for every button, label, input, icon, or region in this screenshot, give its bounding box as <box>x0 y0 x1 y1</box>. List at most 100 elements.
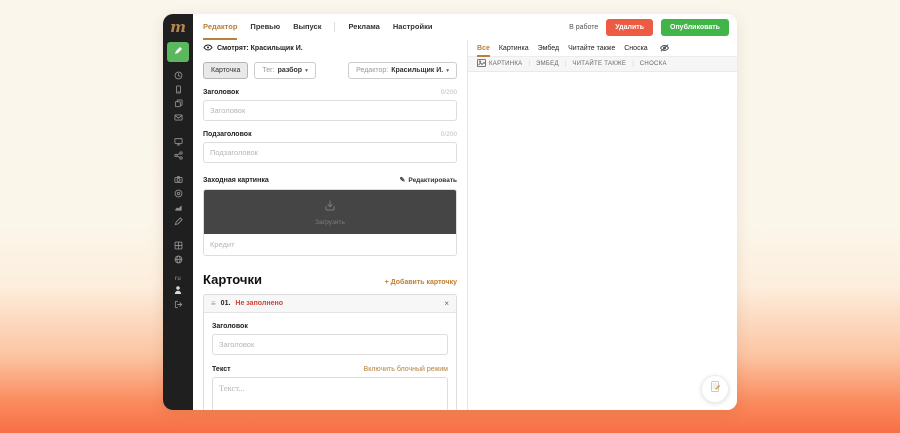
card-text-label: Текст <box>212 366 231 373</box>
card-item: ≡ 01. Не заполнено × Заголовок Текст Вкл… <box>203 294 457 410</box>
cover-section: Заходная картинка ✎ Редактировать Загруз… <box>203 176 457 256</box>
note-pencil-icon <box>709 380 722 398</box>
tab-editor[interactable]: Редактор <box>203 14 238 40</box>
copy-icon <box>174 98 183 108</box>
monitor-icon <box>173 137 183 146</box>
cover-upload-area[interactable]: Загрузить <box>204 190 456 234</box>
notes-fab-button[interactable] <box>701 375 729 403</box>
delete-button[interactable]: Удалить <box>606 18 653 36</box>
sidebar-item-token[interactable] <box>163 187 193 199</box>
panel-tab-image[interactable]: Картинка <box>499 40 529 57</box>
grid-icon <box>174 241 183 250</box>
app-window: m ru Редактор Превью Выпуск Реклама Наст… <box>163 14 737 410</box>
watchers-row: Смотрят: Красильщик И. <box>203 44 457 53</box>
app-logo: m <box>170 18 186 36</box>
sidebar-item-camera[interactable] <box>163 173 193 185</box>
tab-settings[interactable]: Настройки <box>393 14 433 40</box>
tag-value: разбор <box>277 67 303 74</box>
sidebar-item-grid[interactable] <box>163 239 193 251</box>
insert-embed-button[interactable]: ЭМБЕД <box>536 61 559 67</box>
token-icon <box>174 189 183 198</box>
brush-icon <box>174 216 183 226</box>
sidebar-item-profile[interactable] <box>163 284 193 296</box>
card-title-input[interactable] <box>212 334 448 355</box>
nav-divider <box>334 22 336 32</box>
chevron-down-icon: ▾ <box>305 67 308 74</box>
image-icon <box>477 59 486 69</box>
card-header: ≡ 01. Не заполнено × <box>204 295 456 313</box>
sidebar-item-monitor[interactable] <box>163 135 193 147</box>
edit-pencil-icon: ✎ <box>399 177 406 184</box>
type-button[interactable]: Карточка <box>203 62 249 79</box>
panel-tab-all[interactable]: Все <box>477 40 490 57</box>
cards-section-title: Карточки <box>203 272 262 287</box>
insert-image-button[interactable]: КАРТИНКА <box>477 59 522 69</box>
title-counter: 0/200 <box>440 89 457 96</box>
mail-icon <box>173 113 183 122</box>
card-title-label: Заголовок <box>212 323 248 330</box>
eye-icon <box>203 44 213 53</box>
toolbar-divider: | <box>528 61 530 67</box>
subtitle-input[interactable] <box>203 142 457 163</box>
sidebar-item-globe[interactable] <box>163 253 193 265</box>
panel-tab-read-also[interactable]: Читайте также <box>568 40 615 57</box>
panel-tab-footnote[interactable]: Сноска <box>624 40 647 57</box>
pencil-icon <box>173 43 183 61</box>
tag-prefix: Тег: <box>262 67 275 74</box>
sidebar-item-brush[interactable] <box>163 215 193 227</box>
insert-toolbar: КАРТИНКА | ЭМБЕД | ЧИТАЙТЕ ТАКЖЕ | СНОСК… <box>468 57 737 72</box>
content-area: Редактор Превью Выпуск Реклама Настройки… <box>193 14 737 410</box>
sidebar-item-mobile[interactable] <box>163 83 193 95</box>
cover-label: Заходная картинка <box>203 176 269 184</box>
close-icon[interactable]: × <box>444 299 449 308</box>
tab-preview[interactable]: Превью <box>250 14 280 40</box>
sidebar-item-history[interactable] <box>163 69 193 81</box>
sidebar-item-logout[interactable] <box>163 298 193 310</box>
credit-input[interactable] <box>204 234 456 255</box>
sidebar-item-copy[interactable] <box>163 97 193 109</box>
user-icon <box>173 285 183 295</box>
publish-button[interactable]: Опубликовать <box>661 18 729 36</box>
tab-issue[interactable]: Выпуск <box>293 14 321 40</box>
status-label: В работе <box>569 23 599 31</box>
blocks-panel: Все Картинка Эмбед Читайте также Сноска … <box>467 40 737 410</box>
tag-select[interactable]: Тег: разбор ▾ <box>254 62 316 79</box>
upload-label: Загрузить <box>315 219 345 226</box>
insert-image-label: КАРТИНКА <box>489 61 523 67</box>
cover-edit-link[interactable]: ✎ Редактировать <box>399 176 457 185</box>
sidebar-item-editor-active[interactable] <box>167 42 189 62</box>
insert-read-also-button[interactable]: ЧИТАЙТЕ ТАКЖЕ <box>572 61 626 67</box>
meta-buttons-row: Карточка Тег: разбор ▾ Редактор: Красиль… <box>203 62 457 79</box>
globe-icon <box>174 255 183 264</box>
panel-tabs: Все Картинка Эмбед Читайте также Сноска <box>468 40 737 57</box>
clock-icon <box>174 71 183 80</box>
editor-select[interactable]: Редактор: Красильщик И. ▾ <box>348 62 457 79</box>
drag-handle-icon[interactable]: ≡ <box>211 299 216 308</box>
upload-icon <box>324 198 336 216</box>
subtitle-label: Подзаголовок <box>203 131 252 138</box>
camera-icon <box>173 175 183 184</box>
block-mode-link[interactable]: Включить блочный режим <box>364 366 448 373</box>
insert-footnote-button[interactable]: СНОСКА <box>640 61 667 67</box>
cover-edit-label: Редактировать <box>408 176 457 184</box>
title-input[interactable] <box>203 100 457 121</box>
eye-slash-icon[interactable] <box>659 44 670 52</box>
card-status: Не заполнено <box>235 300 283 307</box>
card-number: 01. <box>220 300 231 307</box>
sidebar-item-analytics[interactable] <box>163 201 193 213</box>
editor-value: Красильщик И. <box>391 67 444 74</box>
subtitle-counter: 0/200 <box>440 131 457 138</box>
card-text-input[interactable] <box>212 377 448 410</box>
add-card-button[interactable]: + Добавить карточку <box>385 279 457 286</box>
sidebar: m ru <box>163 14 193 410</box>
panel-canvas <box>468 72 737 410</box>
title-label: Заголовок <box>203 89 239 96</box>
top-bar: Редактор Превью Выпуск Реклама Настройки… <box>193 14 737 40</box>
watchers-label: Смотрят: Красильщик И. <box>217 45 303 52</box>
toolbar-divider: | <box>564 61 567 67</box>
tab-ads[interactable]: Реклама <box>348 14 379 40</box>
share-icon <box>173 150 183 160</box>
sidebar-item-mail[interactable] <box>163 111 193 123</box>
panel-tab-embed[interactable]: Эмбед <box>538 40 559 57</box>
sidebar-item-share[interactable] <box>163 149 193 161</box>
